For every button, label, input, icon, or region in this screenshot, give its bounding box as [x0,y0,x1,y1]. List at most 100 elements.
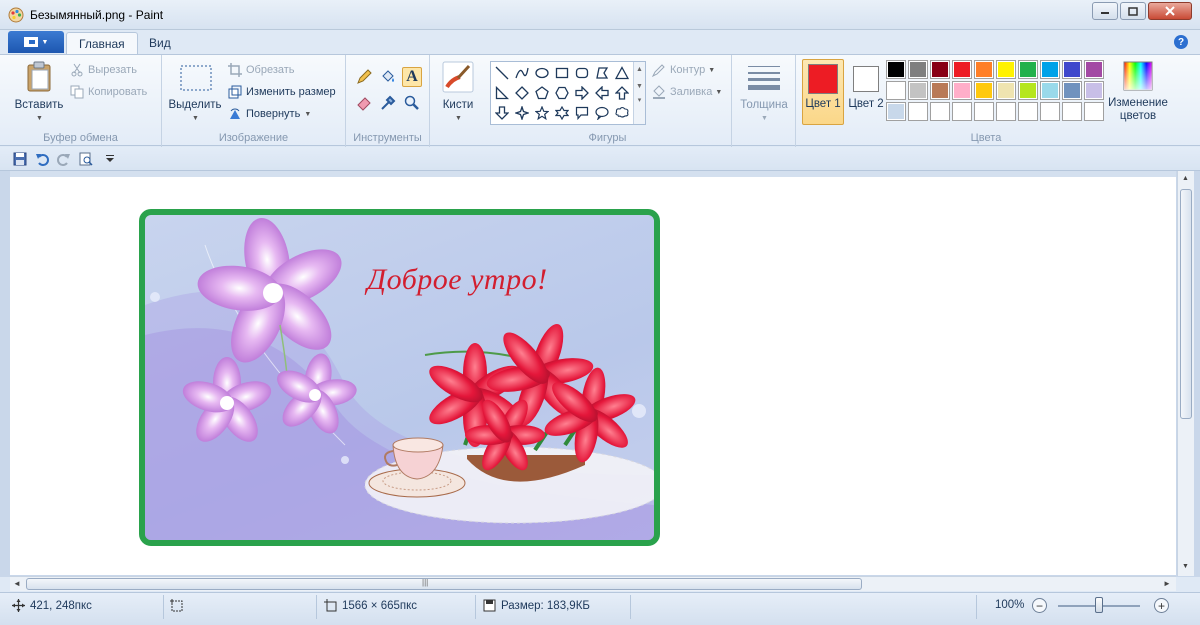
right-triangle-shape[interactable] [493,84,511,102]
rect-callout-shape[interactable] [573,104,591,122]
zoom-slider-thumb[interactable] [1095,597,1103,613]
palette-swatch[interactable] [952,81,972,100]
palette-swatch[interactable] [908,81,928,100]
palette-swatch[interactable] [974,81,994,100]
shapes-scrollbar[interactable]: ▲ ▼ ▾ [633,62,645,124]
redo-button[interactable] [56,151,72,167]
palette-swatch[interactable] [908,102,928,121]
maximize-button[interactable] [1120,2,1146,20]
palette-swatch[interactable] [996,102,1016,121]
left-arrow-shape[interactable] [593,84,611,102]
cloud-callout-shape[interactable] [613,104,631,122]
undo-button[interactable] [34,151,50,167]
palette-swatch[interactable] [1018,60,1038,79]
palette-swatch[interactable] [952,60,972,79]
scroll-left-icon[interactable]: ◄ [13,579,21,588]
triangle-shape[interactable] [613,64,631,82]
shapes-gallery[interactable]: ▲ ▼ ▾ [490,61,646,125]
scroll-up-icon[interactable]: ▲ [1182,175,1189,182]
rectangle-shape[interactable] [553,64,571,82]
paint-app-icon[interactable] [8,7,24,23]
rounded-rectangle-shape[interactable] [573,64,591,82]
crop-button[interactable]: Обрезать [228,63,295,77]
palette-swatch[interactable] [1062,102,1082,121]
paste-button[interactable]: Вставить ▼ [12,59,66,127]
palette-swatch[interactable] [1084,60,1104,79]
save-button[interactable] [12,151,28,167]
palette-swatch[interactable] [886,81,906,100]
up-arrow-shape[interactable] [613,84,631,102]
close-button[interactable] [1148,2,1192,20]
help-icon[interactable]: ? [1174,35,1188,49]
rotate-button[interactable]: Повернуть ▼ [228,107,311,121]
horizontal-scrollbar[interactable]: ◄ ||| ► [10,576,1176,591]
palette-swatch[interactable] [930,60,950,79]
pentagon-shape[interactable] [533,84,551,102]
minimize-button[interactable] [1092,2,1118,20]
fill-tool[interactable] [378,67,398,87]
palette-swatch[interactable] [1040,102,1060,121]
horizontal-scroll-thumb[interactable] [26,578,862,590]
oval-callout-shape[interactable] [593,104,611,122]
text-tool[interactable]: A [402,67,422,87]
vertical-scroll-thumb[interactable] [1180,189,1192,419]
tab-home[interactable]: Главная [66,32,138,54]
select-button[interactable]: Выделить ▼ [166,59,224,127]
color1-button[interactable]: Цвет 1 [802,59,844,125]
palette-swatch[interactable] [974,60,994,79]
color2-button[interactable]: Цвет 2 [846,59,886,125]
cut-button[interactable]: Вырезать [70,63,137,77]
edit-colors-button[interactable]: Изменение цветов [1106,59,1170,125]
five-point-star-shape[interactable] [533,104,551,122]
four-point-star-shape[interactable] [513,104,531,122]
paint-menu-button[interactable]: ▼ [8,31,64,53]
line-shape[interactable] [493,64,511,82]
palette-swatch[interactable] [908,60,928,79]
palette-swatch[interactable] [1062,60,1082,79]
copy-button[interactable]: Копировать [70,85,147,99]
palette-swatch[interactable] [1040,81,1060,100]
palette-swatch[interactable] [1084,81,1104,100]
fill-button[interactable]: Заливка ▼ [652,85,722,99]
palette-swatch[interactable] [952,102,972,121]
palette-swatch[interactable] [996,81,1016,100]
customize-qat-button[interactable] [102,151,118,167]
vertical-scrollbar[interactable]: ▲ ▼ [1177,171,1194,576]
right-arrow-shape[interactable] [573,84,591,102]
zoom-out-button[interactable]: − [1032,598,1047,613]
palette-swatch[interactable] [1018,102,1038,121]
six-point-star-shape[interactable] [553,104,571,122]
greeting-card-image[interactable]: Доброе утро! [139,209,660,546]
palette-swatch[interactable] [930,81,950,100]
polygon-shape[interactable] [593,64,611,82]
palette-swatch[interactable] [1040,60,1060,79]
magnifier-tool[interactable] [402,93,422,113]
down-arrow-shape[interactable] [493,104,511,122]
swatch-fill [1086,62,1102,77]
scroll-down-icon[interactable]: ▼ [1182,563,1189,570]
eraser-tool[interactable] [354,93,374,113]
oval-shape[interactable] [533,64,551,82]
zoom-in-button[interactable]: + [1154,598,1169,613]
palette-swatch[interactable] [930,102,950,121]
palette-swatch[interactable] [996,60,1016,79]
resize-button[interactable]: Изменить размер [228,85,336,99]
pencil-tool[interactable] [354,67,374,87]
hexagon-shape[interactable] [553,84,571,102]
greeting-text: Доброе утро! [367,263,548,296]
palette-swatch[interactable] [1018,81,1038,100]
brushes-button[interactable]: Кисти ▼ [436,59,480,127]
scroll-right-icon[interactable]: ► [1163,579,1171,588]
palette-swatch[interactable] [1084,102,1104,121]
diamond-shape[interactable] [513,84,531,102]
curve-shape[interactable] [513,64,531,82]
palette-swatch[interactable] [974,102,994,121]
palette-swatch[interactable] [886,102,906,121]
print-preview-button[interactable] [78,151,94,167]
palette-swatch[interactable] [886,60,906,79]
size-button[interactable]: Толщина ▼ [736,59,792,127]
tab-view[interactable]: Вид [137,32,183,54]
palette-swatch[interactable] [1062,81,1082,100]
color-picker-tool[interactable] [378,93,398,113]
outline-button[interactable]: Контур ▼ [652,63,715,77]
